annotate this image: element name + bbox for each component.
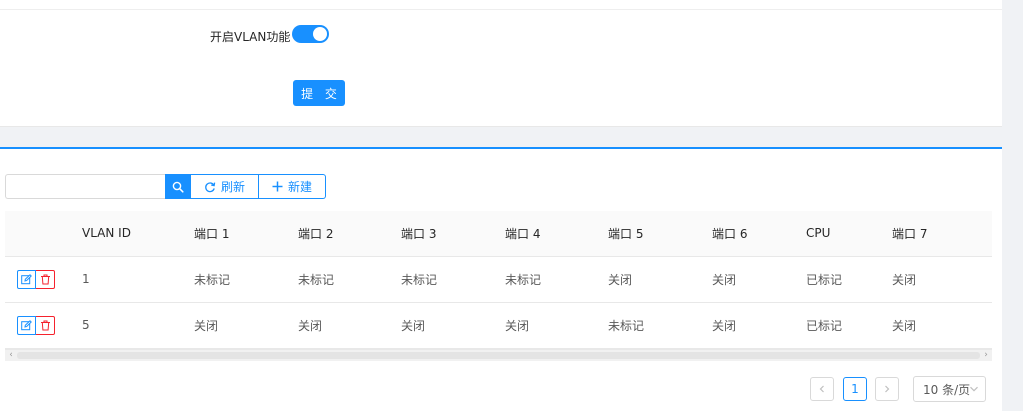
col-cpu: CPU bbox=[806, 211, 892, 257]
cell-port-3: 关闭 bbox=[401, 302, 505, 349]
submit-button[interactable]: 提 交 bbox=[293, 80, 345, 106]
col-port-6: 端口 6 bbox=[712, 211, 806, 257]
chevron-down-icon bbox=[969, 383, 979, 397]
col-port-4: 端口 4 bbox=[505, 211, 608, 257]
vlan-settings-panel: 开启VLAN功能 提 交 bbox=[0, 0, 1002, 127]
delete-button[interactable] bbox=[36, 269, 55, 289]
refresh-button[interactable]: 刷新 bbox=[191, 174, 260, 199]
scroll-left-icon[interactable]: ‹ bbox=[5, 350, 17, 361]
table-header-row: VLAN ID 端口 1 端口 2 端口 3 端口 4 端口 5 端口 6 CP… bbox=[5, 211, 992, 257]
search-button[interactable] bbox=[165, 174, 191, 199]
new-button[interactable]: 新建 bbox=[259, 174, 327, 199]
new-label: 新建 bbox=[288, 180, 313, 194]
cell-port-5: 未标记 bbox=[608, 302, 712, 349]
cell-port-6: 关闭 bbox=[712, 256, 806, 303]
cell-port-4: 未标记 bbox=[505, 256, 608, 303]
vlan-table: VLAN ID 端口 1 端口 2 端口 3 端口 4 端口 5 端口 6 CP… bbox=[5, 211, 992, 349]
cell-port-7: 关闭 bbox=[892, 256, 992, 303]
col-port-1: 端口 1 bbox=[194, 211, 298, 257]
col-port-7: 端口 7 bbox=[892, 211, 992, 257]
cell-port-7: 关闭 bbox=[892, 302, 992, 349]
chevron-right-icon bbox=[885, 385, 890, 393]
row-actions bbox=[5, 256, 82, 303]
cell-port-4: 关闭 bbox=[505, 302, 608, 349]
cell-port-3: 未标记 bbox=[401, 256, 505, 303]
cell-cpu: 已标记 bbox=[806, 256, 892, 303]
table-row: 5 关闭 关闭 关闭 关闭 未标记 关闭 已标记 关闭 bbox=[5, 302, 992, 349]
cell-port-2: 关闭 bbox=[298, 302, 401, 349]
trash-icon bbox=[40, 320, 50, 330]
chevron-left-icon bbox=[819, 385, 824, 393]
edit-button[interactable] bbox=[17, 269, 36, 289]
scrollbar-thumb[interactable] bbox=[17, 352, 980, 359]
row-actions bbox=[5, 302, 82, 349]
search-input[interactable] bbox=[5, 174, 165, 199]
cell-port-6: 关闭 bbox=[712, 302, 806, 349]
next-page-button[interactable] bbox=[875, 377, 899, 401]
page-size-label: 10 条/页 bbox=[923, 382, 971, 397]
vlan-enable-label: 开启VLAN功能 bbox=[210, 30, 291, 44]
col-vlan-id: VLAN ID bbox=[82, 211, 194, 257]
trash-icon bbox=[40, 274, 50, 284]
refresh-label: 刷新 bbox=[221, 180, 246, 194]
scroll-right-icon[interactable]: › bbox=[980, 350, 992, 361]
cell-port-1: 未标记 bbox=[194, 256, 298, 303]
edit-icon bbox=[21, 273, 32, 284]
switch-knob bbox=[313, 27, 327, 41]
cell-port-5: 关闭 bbox=[608, 256, 712, 303]
divider bbox=[0, 9, 1002, 10]
search-icon bbox=[172, 181, 184, 193]
delete-button[interactable] bbox=[36, 315, 55, 335]
page-size-select[interactable]: 10 条/页 bbox=[913, 376, 986, 402]
col-port-5: 端口 5 bbox=[608, 211, 712, 257]
cell-cpu: 已标记 bbox=[806, 302, 892, 349]
plus-icon bbox=[272, 181, 283, 192]
page-button-current[interactable]: 1 bbox=[843, 377, 867, 401]
vlan-enable-switch[interactable] bbox=[292, 25, 329, 43]
table-toolbar: 刷新 新建 bbox=[5, 174, 327, 200]
col-port-2: 端口 2 bbox=[298, 211, 401, 257]
prev-page-button[interactable] bbox=[810, 377, 834, 401]
edit-button[interactable] bbox=[17, 315, 36, 335]
col-actions bbox=[5, 211, 82, 257]
vlan-table-panel: 刷新 新建 VLAN ID 端口 1 端口 2 端口 3 端口 4 端口 5 端… bbox=[0, 147, 1002, 411]
edit-icon bbox=[21, 319, 32, 330]
horizontal-scrollbar[interactable]: ‹ › bbox=[5, 349, 992, 361]
table-row: 1 未标记 未标记 未标记 未标记 关闭 关闭 已标记 关闭 bbox=[5, 256, 992, 303]
cell-port-1: 关闭 bbox=[194, 302, 298, 349]
col-port-3: 端口 3 bbox=[401, 211, 505, 257]
refresh-icon bbox=[204, 181, 216, 193]
cell-vlan-id: 5 bbox=[82, 302, 194, 349]
cell-port-2: 未标记 bbox=[298, 256, 401, 303]
pagination: 1 10 条/页 bbox=[0, 376, 1002, 402]
cell-vlan-id: 1 bbox=[82, 256, 194, 303]
